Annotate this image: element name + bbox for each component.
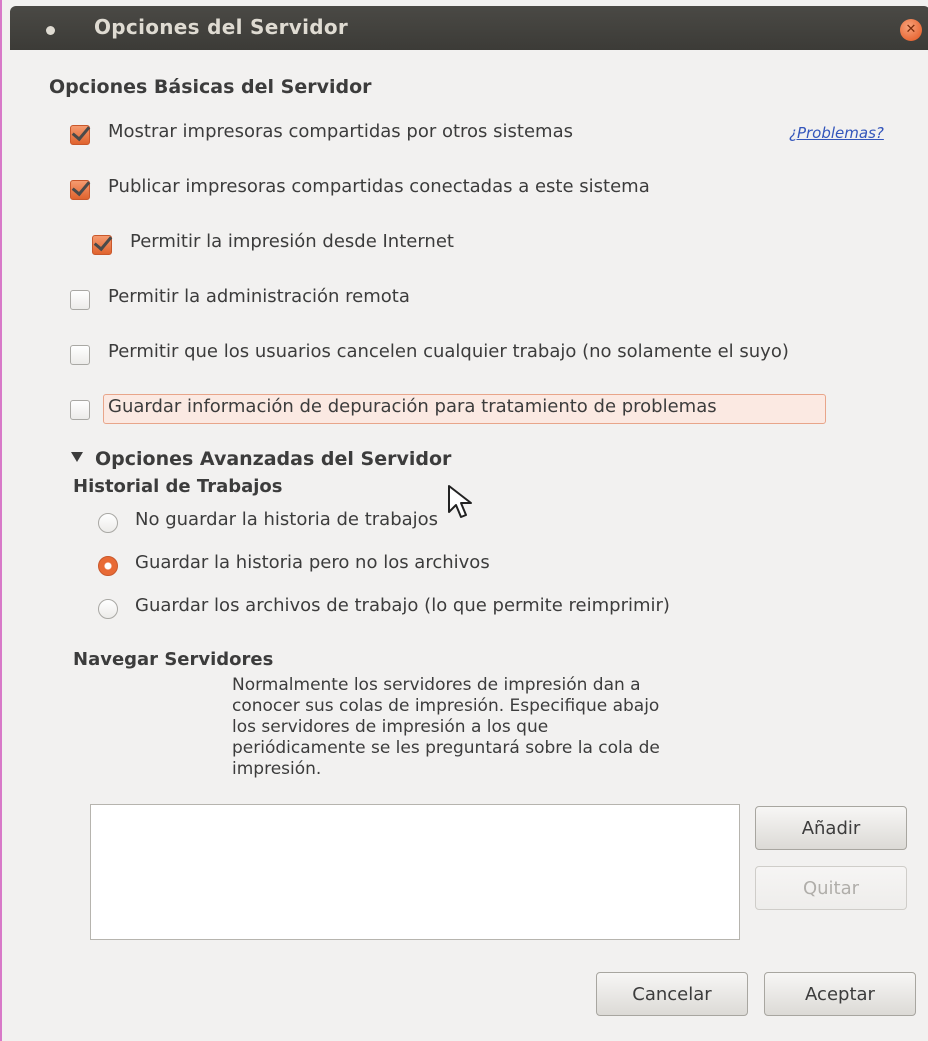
publish-printers-checkbox[interactable]: [70, 180, 90, 200]
keep-job-files-label: Guardar los archivos de trabajo (lo que …: [135, 595, 670, 616]
cancel-button[interactable]: Cancelar: [596, 972, 748, 1016]
window-title: Opciones del Servidor: [94, 15, 349, 39]
description-line: conocer sus colas de impresión. Especifi…: [232, 696, 660, 716]
allow-remote-admin-checkbox[interactable]: [70, 290, 90, 310]
basic-options-heading: Opciones Básicas del Servidor: [49, 76, 372, 98]
allow-remote-admin-label: Permitir la administración remota: [108, 286, 410, 307]
allow-cancel-any-job-label: Permitir que los usuarios cancelen cualq…: [108, 341, 789, 362]
show-shared-printers-label: Mostrar impresoras compartidas por otros…: [108, 121, 573, 142]
ok-button[interactable]: Aceptar: [764, 972, 916, 1016]
title-bar[interactable]: Opciones del Servidor ✕: [10, 6, 928, 50]
add-server-button[interactable]: Añadir: [755, 806, 907, 850]
description-line: impresión.: [232, 759, 322, 779]
close-icon[interactable]: ✕: [900, 19, 922, 41]
problems-link[interactable]: ¿Problemas?: [789, 124, 884, 142]
allow-internet-printing-label: Permitir la impresión desde Internet: [130, 231, 454, 252]
save-debug-info-checkbox[interactable]: [70, 400, 90, 420]
advanced-options-expander[interactable]: Opciones Avanzadas del Servidor: [95, 448, 451, 470]
allow-internet-printing-checkbox[interactable]: [92, 235, 112, 255]
job-history-heading: Historial de Trabajos: [73, 476, 283, 497]
allow-cancel-any-job-checkbox[interactable]: [70, 345, 90, 365]
window-menu-icon[interactable]: [46, 26, 55, 35]
mouse-pointer-icon: [448, 485, 472, 518]
show-shared-printers-checkbox[interactable]: [70, 125, 90, 145]
remove-server-button[interactable]: Quitar: [755, 866, 907, 910]
description-line: periódicamente se les preguntará sobre l…: [232, 738, 660, 758]
save-debug-info-label: Guardar información de depuración para t…: [108, 396, 717, 417]
description-line: los servidores de impresión a los que: [232, 717, 549, 737]
browse-servers-heading: Navegar Servidores: [73, 649, 274, 670]
server-settings-dialog: Opciones del Servidor ✕ Opciones Básicas…: [0, 0, 928, 1041]
browse-servers-description: Normalmente los servidores de impresión …: [232, 675, 792, 780]
keep-job-files-radio[interactable]: [98, 599, 118, 619]
history-no-files-radio[interactable]: [98, 556, 118, 576]
no-history-label: No guardar la historia de trabajos: [135, 509, 439, 530]
no-history-radio[interactable]: [98, 513, 118, 533]
description-line: Normalmente los servidores de impresión …: [232, 675, 641, 695]
history-no-files-label: Guardar la historia pero no los archivos: [135, 552, 490, 573]
browse-servers-list[interactable]: [90, 804, 740, 940]
publish-printers-label: Publicar impresoras compartidas conectad…: [108, 176, 650, 197]
expander-arrow-icon[interactable]: [71, 452, 83, 462]
